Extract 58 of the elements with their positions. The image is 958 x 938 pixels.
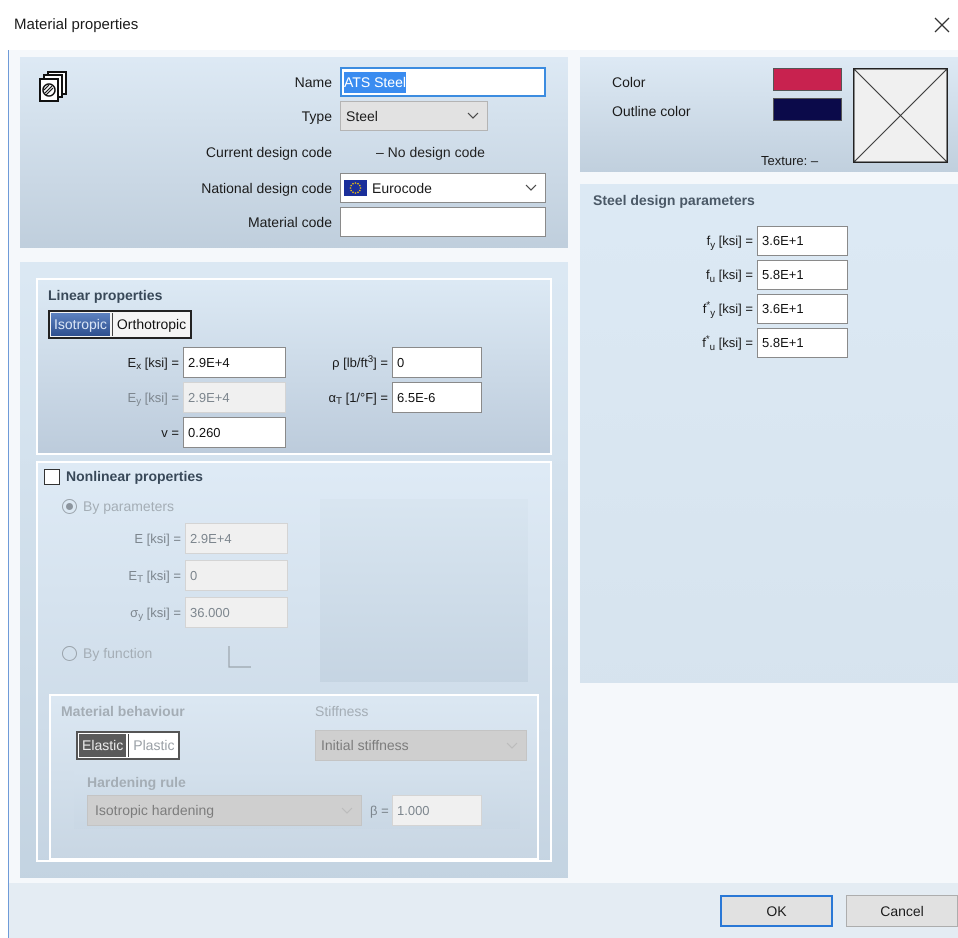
input-field[interactable]: 2.9E+4 [183, 347, 286, 378]
input-field[interactable]: 6.5E-6 [392, 382, 482, 413]
axis-icon [228, 646, 252, 668]
section-title: Material behaviour [61, 702, 186, 721]
input-field[interactable]: 3.6E+1 [757, 226, 848, 256]
field-label: National design code [200, 178, 332, 198]
input-field[interactable]: 3.6E+1 [757, 294, 848, 324]
field-label: β = [370, 802, 390, 820]
field-label: Type [300, 106, 332, 126]
field-label: E$_{y}$ [ksi] = [126, 388, 179, 408]
checkbox[interactable] [44, 468, 60, 484]
input-field[interactable]: 0 [392, 347, 482, 378]
field-label: E$_{T}$ [ksi] = [127, 566, 181, 586]
field-label: Name [294, 72, 332, 92]
texture-preview[interactable] [853, 68, 948, 163]
field-label: Current design code [204, 142, 332, 162]
field-label: f$_{y}$ [ksi] = [706, 232, 753, 251]
dropdown[interactable]: Eurocode [340, 173, 546, 203]
dropdown[interactable]: Steel [340, 101, 488, 131]
segment-tab[interactable]: Elastic [79, 734, 126, 757]
chevron-down-icon [525, 184, 537, 192]
field-label: E [ksi] = [133, 530, 181, 548]
section-title: Stiffness [315, 702, 370, 721]
input-field[interactable]: 0.260 [183, 417, 286, 448]
color-swatch[interactable] [773, 68, 842, 91]
chevron-down-icon [467, 112, 479, 120]
radio-label: By function [83, 644, 152, 663]
section-title: Nonlinear properties [66, 467, 203, 486]
input-field[interactable]: 5.8E+1 [757, 260, 848, 290]
field-label: α$_{T}$ [1/°F] = [327, 388, 388, 408]
input-field[interactable]: 5.8E+1 [757, 328, 848, 358]
field-label: σ$_{y}$ [ksi] = [129, 604, 181, 622]
field-label: Material code [246, 212, 332, 232]
field-label: f$_{u}$ [ksi] = [705, 266, 753, 285]
material-stack-icon [38, 71, 68, 103]
field-label: f$^{*}$$_{u}$ [ksi] = [701, 333, 753, 353]
swatch-label: Outline color [612, 102, 692, 118]
texture-label: Texture: – [761, 152, 820, 170]
segment-tab[interactable]: Isotropic [51, 313, 110, 336]
section-title: Linear properties [48, 286, 164, 305]
close-icon[interactable] [934, 17, 950, 33]
dialog-button[interactable]: OK [720, 895, 833, 927]
field-label: E$_{x}$ [ksi] = [126, 354, 179, 372]
section-title: Steel design parameters [593, 191, 756, 210]
field-label: v = [160, 424, 179, 442]
dialog-button[interactable]: Cancel [846, 895, 958, 927]
swatch-label: Color [612, 73, 646, 89]
field-label: ρ [lb/ft$^{3}$] = [331, 352, 388, 372]
input-field[interactable] [340, 207, 546, 237]
radio-button[interactable] [62, 646, 77, 660]
flag-icon [344, 180, 367, 196]
segment-tab[interactable]: Orthotropic [112, 313, 190, 336]
field-value: – No design code [376, 142, 485, 162]
radio-label: By parameters [83, 496, 174, 516]
radio-button[interactable] [62, 498, 77, 514]
window-title: Material properties [14, 14, 138, 35]
color-swatch[interactable] [773, 98, 842, 121]
field-label: f$^{*}$$_{y}$ [ksi] = [702, 299, 753, 319]
